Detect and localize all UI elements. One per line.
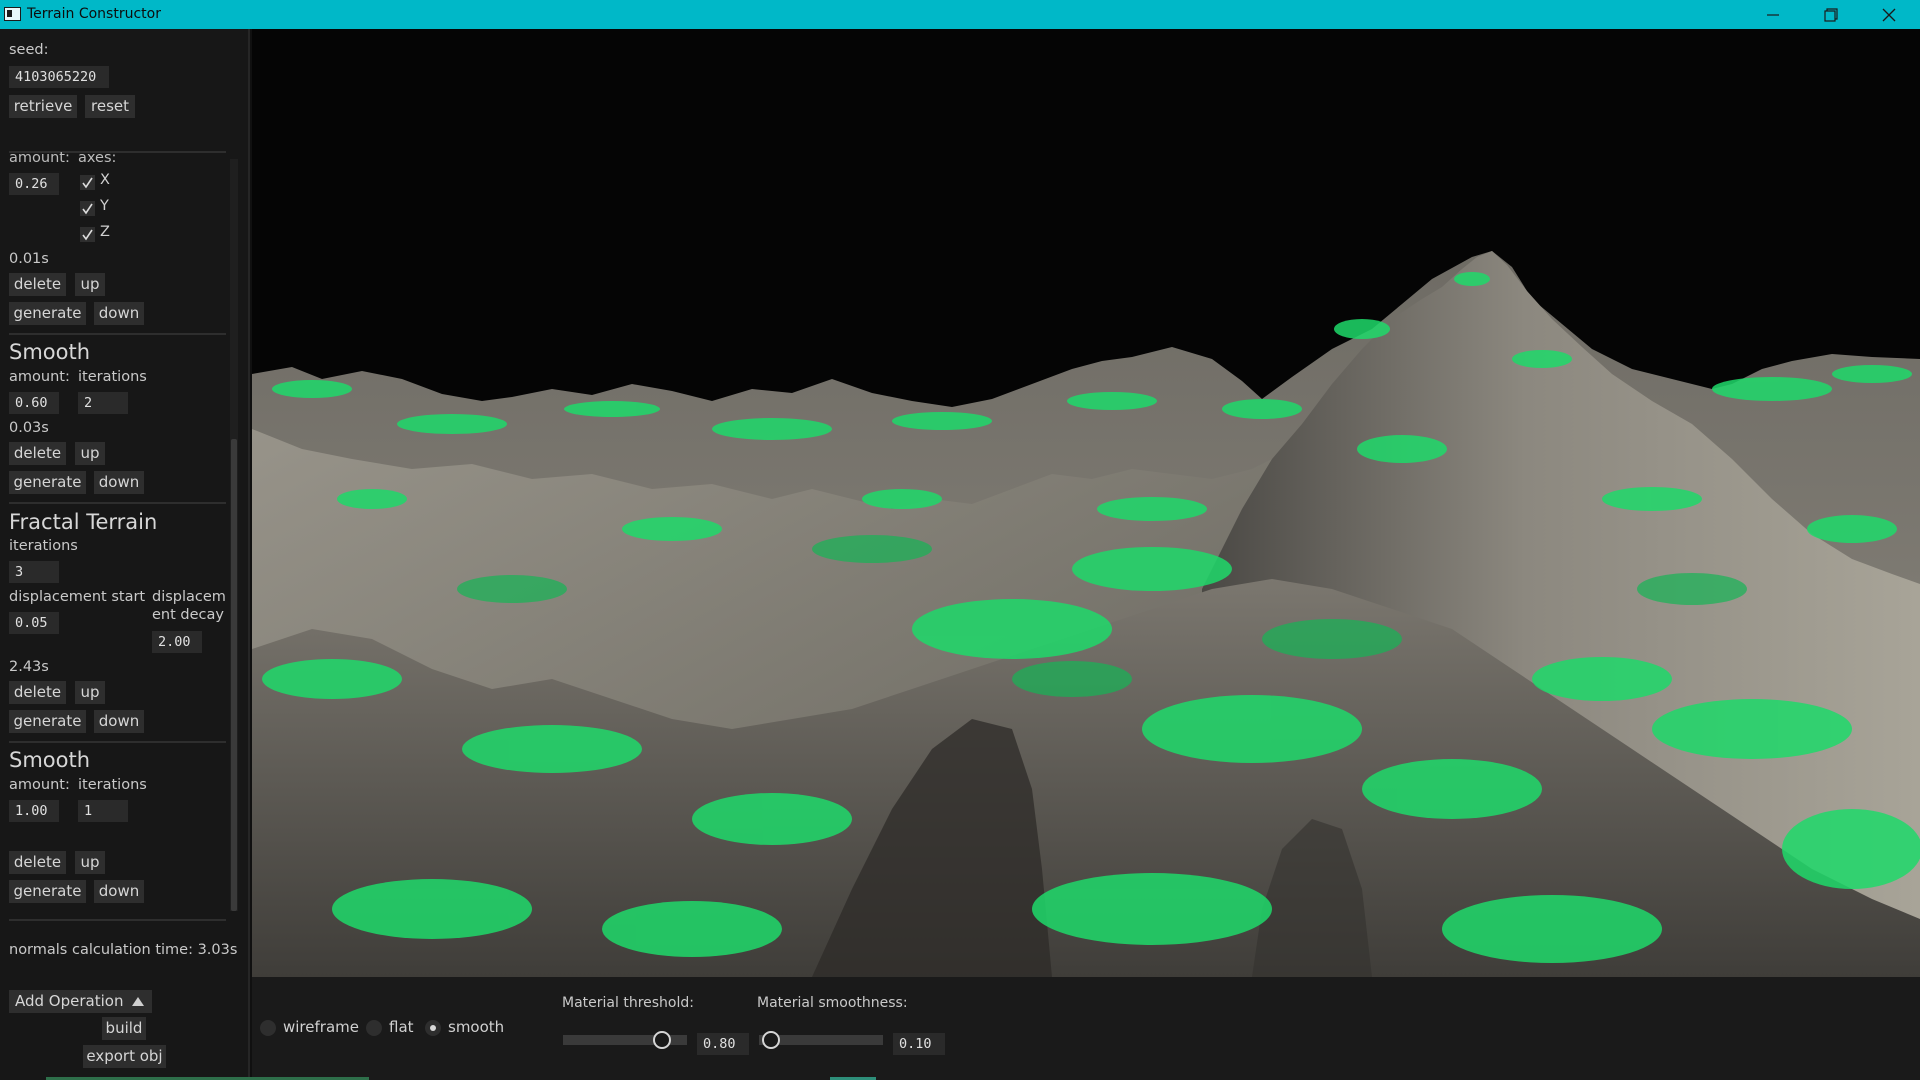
iterations-label: iterations [9, 538, 78, 554]
divider [9, 333, 226, 335]
up-button[interactable]: up [75, 442, 105, 465]
build-button[interactable]: build [102, 1017, 146, 1040]
op-time: 0.03s [9, 420, 49, 436]
amount-label: amount: [9, 369, 70, 385]
material-threshold-knob[interactable] [653, 1031, 672, 1049]
generate-button[interactable]: generate [9, 710, 86, 733]
iterations-input[interactable]: 1 [78, 800, 128, 822]
displacement-start-input[interactable]: 0.05 [9, 612, 59, 634]
up-button[interactable]: up [75, 681, 105, 704]
terrain-render [252, 251, 1920, 977]
up-button[interactable]: up [75, 851, 105, 874]
axis-z-label: Z [100, 224, 110, 240]
iterations-label: iterations [78, 777, 147, 793]
render-settings-bar: wireframe flat smooth Material threshold… [252, 977, 1920, 1080]
op-time: 0.01s [9, 251, 49, 267]
operations-panel: seed: 4103065220 retrieve reset amount: … [0, 29, 250, 1080]
wireframe-radio[interactable] [260, 1020, 276, 1036]
divider [9, 919, 226, 921]
checkmark-icon [82, 177, 93, 189]
smooth-radio[interactable] [425, 1020, 441, 1036]
iterations-label: iterations [78, 369, 147, 385]
op-time: 2.43s [9, 659, 49, 675]
generate-button[interactable]: generate [9, 471, 86, 494]
displacement-start-label: displacement start [9, 589, 146, 605]
restore-button[interactable] [1802, 0, 1860, 29]
add-operation-label: Add Operation [15, 992, 124, 1010]
iterations-input[interactable]: 3 [9, 561, 59, 583]
generate-button[interactable]: generate [9, 302, 86, 325]
axes-label: axes: [78, 150, 117, 166]
operations-scrollbar[interactable] [230, 159, 238, 911]
divider [9, 502, 226, 504]
down-button[interactable]: down [94, 710, 144, 733]
checkmark-icon [82, 229, 93, 241]
normals-time-label: normals calculation time: 3.03s [9, 942, 238, 958]
delete-button[interactable]: delete [9, 681, 66, 704]
iterations-input[interactable]: 2 [78, 392, 128, 414]
amount-label: amount: [9, 777, 70, 793]
axis-y-checkbox[interactable] [80, 201, 95, 216]
close-icon [1882, 8, 1896, 22]
wireframe-label: wireframe [283, 1018, 359, 1036]
material-threshold-value[interactable]: 0.80 [697, 1033, 749, 1055]
dropdown-arrow-icon [132, 997, 144, 1006]
displacement-decay-input[interactable]: 2.00 [152, 631, 202, 653]
op-title: Fractal Terrain [9, 510, 158, 534]
displacement-decay-label: displacem [152, 589, 226, 605]
amount-input[interactable]: 1.00 [9, 800, 59, 822]
restore-icon [1824, 8, 1838, 22]
title-bar: Terrain Constructor [0, 0, 1920, 29]
down-button[interactable]: down [94, 471, 144, 494]
material-smoothness-label: Material smoothness: [757, 995, 908, 1011]
axis-z-checkbox[interactable] [80, 227, 95, 242]
material-threshold-label: Material threshold: [562, 995, 694, 1011]
export-obj-button[interactable]: export obj [83, 1045, 166, 1068]
op-title: Smooth [9, 340, 91, 364]
delete-button[interactable]: delete [9, 851, 66, 874]
generate-button[interactable]: generate [9, 880, 86, 903]
delete-button[interactable]: delete [9, 273, 66, 296]
material-smoothness-knob[interactable] [762, 1031, 781, 1049]
axis-y-label: Y [100, 198, 109, 214]
scrollbar-thumb[interactable] [231, 439, 237, 911]
minimize-icon [1767, 14, 1779, 16]
flat-label: flat [389, 1018, 414, 1036]
material-smoothness-value[interactable]: 0.10 [893, 1033, 945, 1055]
amount-input[interactable]: 0.60 [9, 392, 59, 414]
axis-x-label: X [100, 172, 110, 188]
window-title: Terrain Constructor [27, 6, 161, 22]
displacement-decay-label-cont: ent decay [152, 607, 224, 623]
op-title: Smooth [9, 748, 91, 772]
down-button[interactable]: down [94, 302, 144, 325]
seed-input[interactable]: 4103065220 [9, 66, 109, 88]
add-operation-dropdown[interactable]: Add Operation [9, 990, 152, 1013]
amount-input[interactable]: 0.26 [9, 173, 59, 195]
seed-label: seed: [9, 42, 49, 58]
divider [9, 741, 226, 743]
flat-radio[interactable] [366, 1020, 382, 1036]
app-window-icon [4, 7, 21, 21]
delete-button[interactable]: delete [9, 442, 66, 465]
checkmark-icon [82, 203, 93, 215]
smooth-label: smooth [448, 1018, 505, 1036]
close-button[interactable] [1860, 0, 1918, 29]
axis-x-checkbox[interactable] [80, 175, 95, 190]
reset-button[interactable]: reset [85, 95, 135, 118]
retrieve-button[interactable]: retrieve [9, 95, 77, 118]
minimize-button[interactable] [1744, 0, 1802, 29]
amount-label: amount: [9, 150, 70, 166]
up-button[interactable]: up [75, 273, 105, 296]
down-button[interactable]: down [94, 880, 144, 903]
terrain-viewport[interactable] [252, 29, 1920, 977]
